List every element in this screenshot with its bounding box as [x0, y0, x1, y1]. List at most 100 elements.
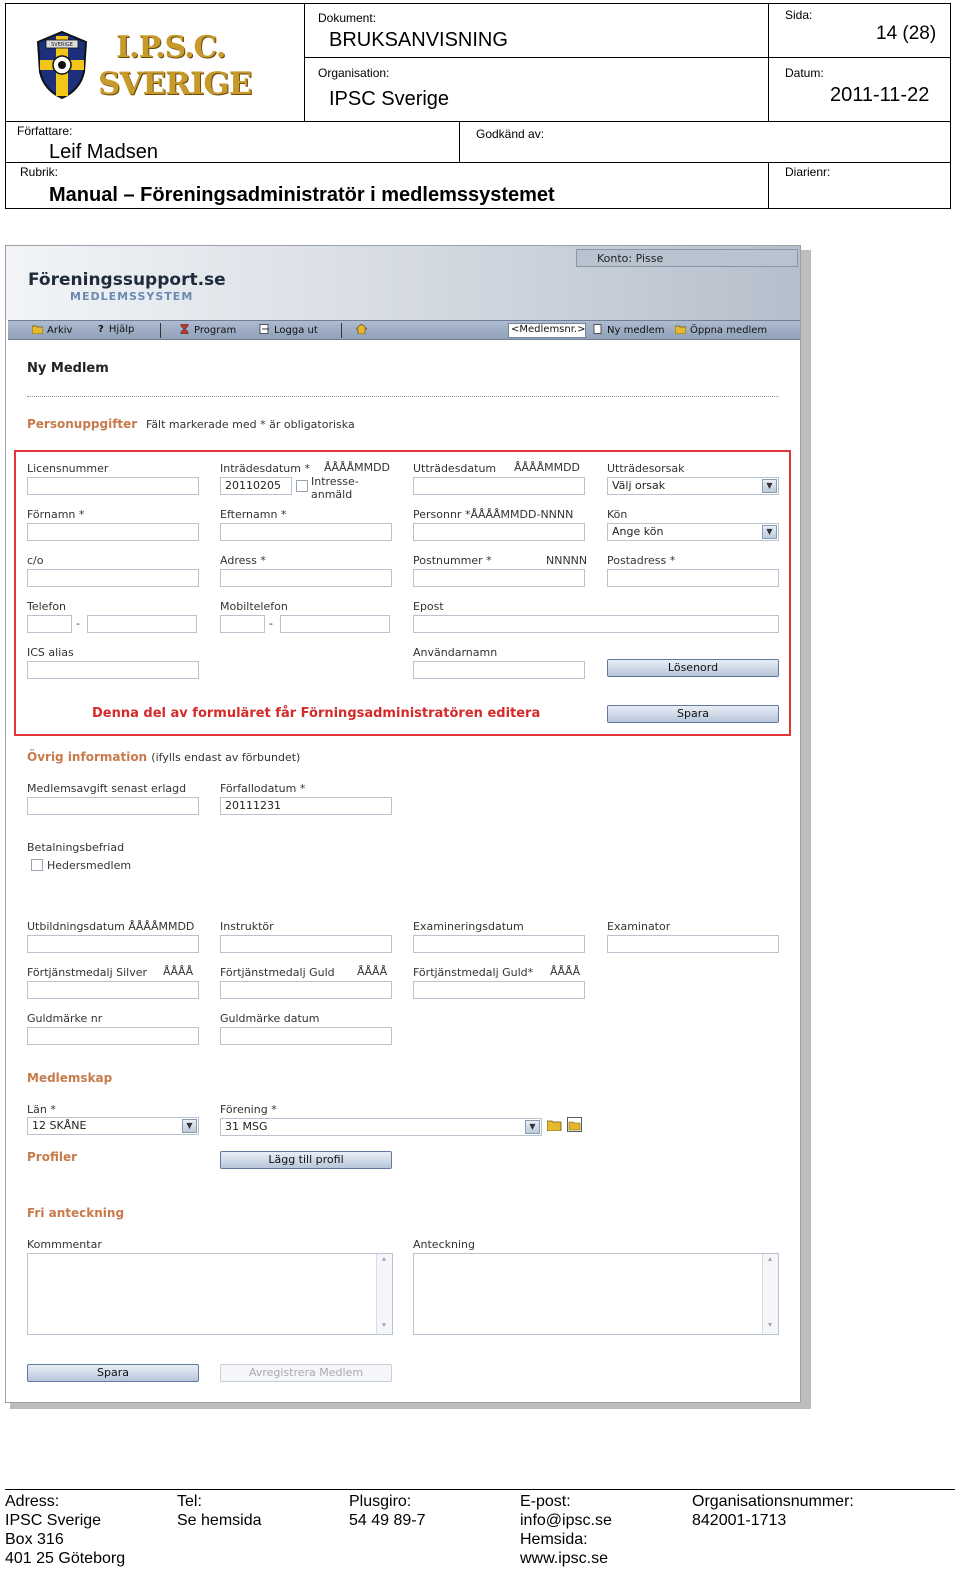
home-button[interactable] [356, 324, 371, 336]
licensnummer-field[interactable] [27, 477, 199, 495]
adress-field[interactable] [220, 569, 392, 587]
menu-logga-ut-label: Logga ut [274, 325, 318, 336]
edit-notice: Denna del av formuläret får Förningsadmi… [92, 706, 541, 721]
menu-program-label: Program [194, 325, 237, 336]
guldmarke-datum-field[interactable] [220, 1027, 392, 1045]
label-guldmarke-nr: Guldmärke nr [27, 1012, 103, 1025]
folder-info-icon[interactable] [567, 1117, 582, 1132]
utradesdatum-field[interactable] [413, 477, 585, 495]
menu-ny-medlem[interactable]: Ny medlem [592, 324, 665, 336]
menu-program[interactable]: Program [179, 324, 236, 336]
page-title: Ny Medlem [27, 361, 109, 376]
intradesdatum-field[interactable]: 20110205 [220, 477, 292, 495]
losenord-button[interactable]: Lösenord [607, 659, 779, 677]
label-lan: Län * [27, 1103, 56, 1116]
spara-personuppgifter-button[interactable]: Spara [607, 705, 779, 723]
silver-field[interactable] [27, 981, 199, 999]
label-postadress: Postadress * [607, 554, 676, 567]
personnr-field[interactable] [413, 523, 585, 541]
scroll-down-icon[interactable]: ▼ [765, 1322, 775, 1332]
mobil-dash: - [269, 617, 273, 630]
footer-tel: Tel: Se hemsida [177, 1493, 262, 1529]
svg-text:SVERIGE: SVERIGE [51, 42, 73, 48]
label-kommentar: Kommmentar [27, 1238, 102, 1251]
label-anteckning: Anteckning [413, 1238, 475, 1251]
folder-icon [32, 325, 43, 334]
guld-field[interactable] [220, 981, 392, 999]
medlemsavgift-field[interactable] [27, 797, 199, 815]
logo-text-sverige: SVERIGE [98, 66, 252, 102]
kon-select[interactable]: Ange kön ▼ [607, 523, 779, 541]
lan-select[interactable]: 12 SKÅNE ▼ [27, 1117, 199, 1135]
guldmarke-nr-field[interactable] [27, 1027, 199, 1045]
scrollbar[interactable]: ▲ ▼ [762, 1254, 778, 1334]
scroll-up-icon[interactable]: ▲ [765, 1256, 775, 1266]
menu-oppna-medlem[interactable]: Öppna medlem [675, 324, 767, 336]
avregistrera-button[interactable]: Avregistrera Medlem [220, 1364, 392, 1382]
format-guld-star: ÅÅÅÅ [550, 965, 581, 978]
instruktor-field[interactable] [220, 935, 392, 953]
forfattare-label: Författare: [17, 124, 73, 138]
kommentar-textarea[interactable]: ▲ ▼ [27, 1253, 393, 1335]
menu-hjalp-label: Hjälp [108, 324, 135, 335]
footer-plusgiro: Plusgiro: 54 49 89-7 [349, 1493, 426, 1529]
menu-arkiv[interactable]: Arkiv [32, 324, 72, 336]
anvandarnamn-field[interactable] [413, 661, 585, 679]
efternamn-field[interactable] [220, 523, 392, 541]
utbildningsdatum-field[interactable] [27, 935, 199, 953]
label-guldmarke-datum: Guldmärke datum [220, 1012, 320, 1025]
ics-alias-field[interactable] [27, 661, 199, 679]
label-intradesdatum: Inträdesdatum * [220, 462, 310, 475]
logo-text-ipsc: I.P.S.C. [116, 30, 226, 65]
footer-divider [5, 1489, 955, 1490]
account-indicator: Konto: Pisse [576, 249, 798, 267]
label-silver: Förtjänstmedalj Silver [27, 966, 148, 979]
scrollbar[interactable]: ▲ ▼ [376, 1254, 392, 1334]
format-intradesdatum: ÅÅÅÅMMDD [324, 461, 391, 474]
label-instruktor: Instruktör [220, 920, 274, 933]
ipsc-logo: SVERIGE I.P.S.C. SVERIGE [30, 30, 252, 106]
add-profile-button[interactable]: Lägg till profil [220, 1151, 392, 1169]
scroll-up-icon[interactable]: ▲ [379, 1256, 389, 1266]
co-field[interactable] [27, 569, 199, 587]
fornamn-field[interactable] [27, 523, 199, 541]
postnummer-field[interactable] [413, 569, 585, 587]
examineringsdatum-field[interactable] [413, 935, 585, 953]
chevron-down-icon: ▼ [762, 479, 777, 493]
spara-button[interactable]: Spara [27, 1364, 199, 1382]
telefon-area-field[interactable] [27, 615, 72, 633]
organisation-value: IPSC Sverige [329, 88, 450, 110]
label-ics-alias: ICS alias [27, 646, 74, 659]
forfallodatum-field[interactable]: 20111231 [220, 797, 392, 815]
diarienr-label: Diarienr: [785, 165, 831, 179]
telefon-dash: - [76, 617, 80, 630]
member-number-input[interactable]: <Medlemsnr.> [508, 323, 586, 338]
menu-hjalp[interactable]: ? Hjälp [98, 324, 134, 335]
menu-arkiv-label: Arkiv [47, 325, 73, 336]
menu-ny-medlem-label: Ny medlem [607, 325, 665, 336]
sida-label: Sida: [785, 8, 813, 22]
examinator-field[interactable] [607, 935, 779, 953]
forening-select[interactable]: 31 MSG ▼ [220, 1118, 542, 1136]
guld-star-field[interactable] [413, 981, 585, 999]
postadress-field[interactable] [607, 569, 779, 587]
organisation-label: Organisation: [318, 66, 390, 80]
mobil-area-field[interactable] [220, 615, 265, 633]
utradesorsak-select[interactable]: Välj orsak ▼ [607, 477, 779, 495]
section-fri-anteckning: Fri anteckning [27, 1206, 125, 1220]
menu-logga-ut[interactable]: Logga ut [259, 324, 318, 336]
open-folder-icon[interactable] [547, 1119, 562, 1131]
telefon-number-field[interactable] [87, 615, 197, 633]
chevron-down-icon: ▼ [525, 1120, 540, 1134]
app-screenshot: Föreningssupport.se MEDLEMSSYSTEM Konto:… [5, 245, 801, 1403]
scroll-down-icon[interactable]: ▼ [379, 1322, 389, 1332]
footer-orgnr: Organisationsnummer: 842001-1713 [692, 1493, 854, 1529]
screenshot-shadow-bottom [10, 1403, 811, 1409]
anteckning-textarea[interactable]: ▲ ▼ [413, 1253, 779, 1335]
hedersmedlem-checkbox[interactable] [31, 859, 43, 871]
label-forening: Förening * [220, 1103, 277, 1116]
intresseanmald-checkbox[interactable] [296, 480, 308, 492]
epost-field[interactable] [413, 615, 779, 633]
shield-icon: SVERIGE [36, 30, 88, 100]
mobil-number-field[interactable] [280, 615, 390, 633]
